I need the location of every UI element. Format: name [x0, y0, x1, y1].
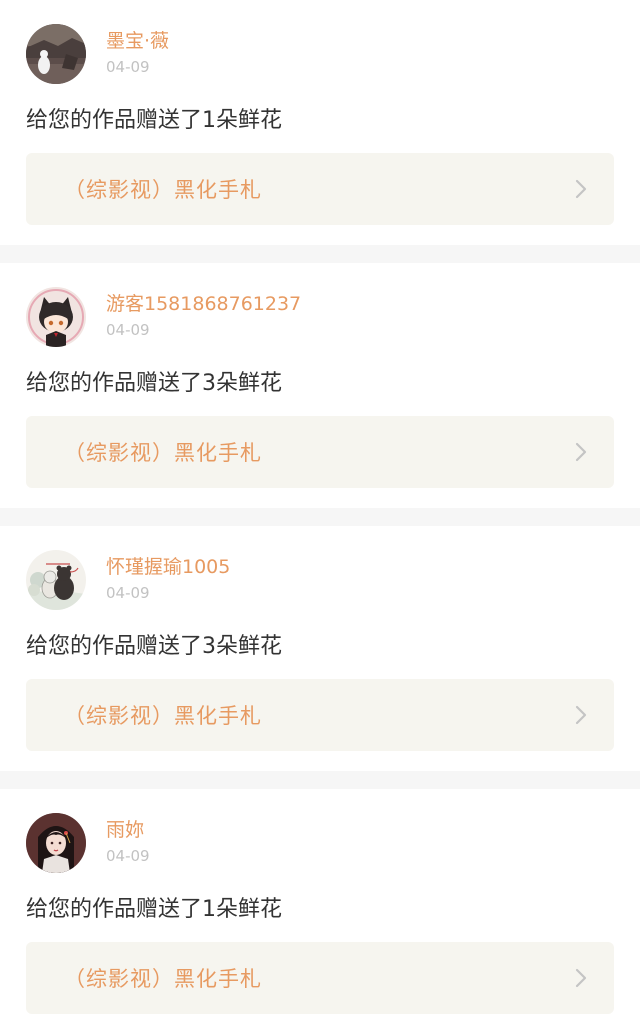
notification-header: 雨妳 04-09: [26, 813, 150, 873]
avatar-anime-catgirl-icon: [26, 287, 86, 347]
work-link[interactable]: （综影视）黑化手札: [26, 153, 614, 225]
gift-message: 给您的作品赠送了3朵鲜花: [26, 634, 282, 659]
card-separator: [0, 245, 640, 263]
avatar[interactable]: [26, 813, 86, 873]
notification-date: 04-09: [106, 584, 150, 602]
chevron-right-icon: [575, 179, 587, 199]
notification-date: 04-09: [106, 58, 150, 76]
avatar-landscape-white-figure-icon: [26, 24, 86, 84]
user-meta: 怀瑾握瑜1005 04-09: [106, 550, 230, 602]
card-separator: [0, 508, 640, 526]
notification-date: 04-09: [106, 847, 150, 865]
chevron-right-icon: [575, 442, 587, 462]
gift-message: 给您的作品赠送了1朵鲜花: [26, 108, 282, 133]
notification-date: 04-09: [106, 321, 150, 339]
user-meta: 雨妳 04-09: [106, 813, 150, 865]
notification-card: 怀瑾握瑜1005 04-09 给您的作品赠送了3朵鲜花 （综影视）黑化手札: [0, 526, 640, 771]
gift-message: 给您的作品赠送了1朵鲜花: [26, 897, 282, 922]
notification-header: 怀瑾握瑜1005 04-09: [26, 550, 230, 610]
work-link[interactable]: （综影视）黑化手札: [26, 416, 614, 488]
user-meta: 墨宝·薇 04-09: [106, 24, 169, 76]
chevron-right-icon: [575, 705, 587, 725]
work-link[interactable]: （综影视）黑化手札: [26, 942, 614, 1014]
work-title: （综影视）黑化手札: [64, 704, 262, 728]
user-meta: 游客1581868761237 04-09: [106, 287, 301, 339]
avatar[interactable]: [26, 550, 86, 610]
notification-header: 游客1581868761237 04-09: [26, 287, 301, 347]
username[interactable]: 怀瑾握瑜1005: [106, 556, 230, 578]
work-link[interactable]: （综影视）黑化手札: [26, 679, 614, 751]
avatar-two-bears-sketch-icon: [26, 550, 86, 610]
gift-message: 给您的作品赠送了3朵鲜花: [26, 371, 282, 396]
username[interactable]: 墨宝·薇: [106, 30, 169, 52]
avatar[interactable]: [26, 24, 86, 84]
username[interactable]: 雨妳: [106, 819, 150, 841]
notification-feed: 墨宝·薇 04-09 给您的作品赠送了1朵鲜花 （综影视）黑化手札 游客1581…: [0, 0, 640, 1020]
notification-card: 墨宝·薇 04-09 给您的作品赠送了1朵鲜花 （综影视）黑化手札: [0, 0, 640, 245]
work-title: （综影视）黑化手札: [64, 178, 262, 202]
avatar[interactable]: [26, 287, 86, 347]
avatar-ancient-style-girl-icon: [26, 813, 86, 873]
notification-card: 游客1581868761237 04-09 给您的作品赠送了3朵鲜花 （综影视）…: [0, 263, 640, 508]
username[interactable]: 游客1581868761237: [106, 293, 301, 315]
work-title: （综影视）黑化手札: [64, 441, 262, 465]
chevron-right-icon: [575, 968, 587, 988]
card-separator: [0, 771, 640, 789]
notification-header: 墨宝·薇 04-09: [26, 24, 169, 84]
notification-card: 雨妳 04-09 给您的作品赠送了1朵鲜花 （综影视）黑化手札: [0, 789, 640, 1034]
work-title: （综影视）黑化手札: [64, 967, 262, 991]
